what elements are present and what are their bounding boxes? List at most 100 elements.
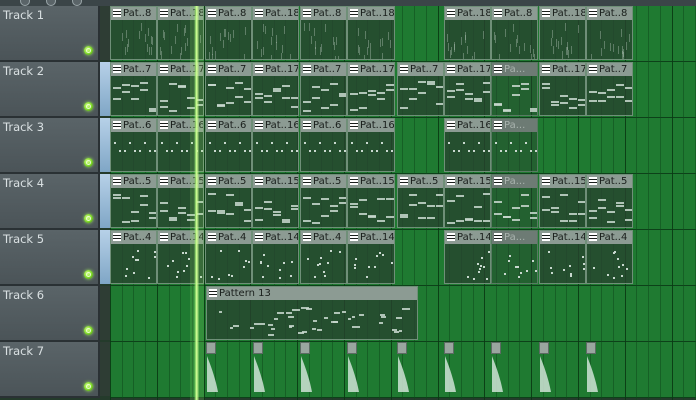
pattern-clip-icon <box>494 121 502 129</box>
track-select-strip[interactable] <box>100 230 110 284</box>
pattern-clip[interactable]: Pat..4 <box>205 230 252 284</box>
pattern-clip-icon <box>350 177 358 185</box>
track-header[interactable]: Track 5 <box>0 230 100 286</box>
track-led-icon[interactable] <box>84 270 93 279</box>
pattern-clip[interactable]: Pat..15 <box>444 174 491 228</box>
note-mark <box>244 220 251 222</box>
track-header[interactable]: Track 2 <box>0 62 100 118</box>
track-led-icon[interactable] <box>84 46 93 55</box>
pattern-clip[interactable]: Pat..14 <box>539 230 586 284</box>
pattern-clip[interactable]: Pa... <box>491 62 538 116</box>
audio-clip-handle[interactable] <box>206 342 216 354</box>
note-mark <box>321 89 329 91</box>
pattern-clip[interactable]: Pat..4 <box>110 230 157 284</box>
audio-clip[interactable] <box>206 342 218 396</box>
audio-clip-handle[interactable] <box>444 342 454 354</box>
pattern-clip[interactable]: Pat..5 <box>397 174 444 228</box>
pattern-clip-icon <box>208 177 216 185</box>
pattern-clip[interactable]: Pat..18 <box>444 6 491 60</box>
pattern-clip[interactable]: Pa... <box>491 118 538 172</box>
pattern-clip[interactable]: Pa... <box>491 174 538 228</box>
pattern-clip[interactable]: Pat..6 <box>110 118 157 172</box>
audio-clip[interactable] <box>300 342 312 396</box>
pattern-clip[interactable]: Pat..17 <box>347 62 395 116</box>
pattern-clip[interactable]: Pat..8 <box>110 6 157 60</box>
audio-clip-handle[interactable] <box>253 342 263 354</box>
audio-clip[interactable] <box>444 342 456 396</box>
pattern-clip[interactable]: Pat..15 <box>539 174 586 228</box>
clip-title: Pat..18 <box>253 7 298 20</box>
note-mark <box>517 35 518 43</box>
note-mark <box>264 95 272 97</box>
track-select-strip[interactable] <box>100 286 110 340</box>
track-select-strip[interactable] <box>100 62 110 116</box>
pattern-clip[interactable]: Pa... <box>491 230 538 284</box>
track-led-icon[interactable] <box>84 102 93 111</box>
audio-clip-handle[interactable] <box>397 342 407 354</box>
note-mark <box>382 53 383 59</box>
audio-clip-handle[interactable] <box>539 342 549 354</box>
pattern-clip[interactable]: Pat..4 <box>300 230 347 284</box>
pattern-clip[interactable]: Pat..17 <box>539 62 586 116</box>
pattern-clip[interactable]: Pat..18 <box>347 6 395 60</box>
pattern-clip[interactable]: Pat..8 <box>205 6 252 60</box>
pattern-clip[interactable]: Pat..5 <box>110 174 157 228</box>
track-header[interactable]: Track 3 <box>0 118 100 174</box>
pattern-clip[interactable]: Pat..5 <box>586 174 633 228</box>
track-led-icon[interactable] <box>84 214 93 223</box>
pattern-clip[interactable]: Pat..15 <box>347 174 395 228</box>
audio-clip[interactable] <box>397 342 409 396</box>
pattern-clip[interactable]: Pat..4 <box>586 230 633 284</box>
track-header[interactable]: Track 4 <box>0 174 100 230</box>
playlist-grid[interactable]: Pat..8 Pat..18 Pat..8 Pat..18 Pat..8 Pat..18 P… <box>110 6 696 400</box>
pattern-clip[interactable]: Pat..7 <box>300 62 347 116</box>
pattern-clip[interactable]: Pat..7 <box>205 62 252 116</box>
track-led-icon[interactable] <box>84 326 93 335</box>
pattern-clip[interactable]: Pat..8 <box>300 6 347 60</box>
pattern-clip[interactable]: Pat..7 <box>397 62 444 116</box>
pattern-clip[interactable]: Pat..8 <box>491 6 538 60</box>
pattern-clip[interactable]: Pattern 13 <box>206 286 418 340</box>
note-mark <box>461 37 462 45</box>
pattern-clip[interactable]: Pat..15 <box>252 174 299 228</box>
track-header[interactable]: Track 1 <box>0 6 100 62</box>
track-header[interactable]: Track 6 <box>0 286 100 342</box>
audio-clip-handle[interactable] <box>586 342 596 354</box>
pattern-clip[interactable]: Pat..7 <box>586 62 633 116</box>
audio-clip-handle[interactable] <box>347 342 357 354</box>
track-name: Track 7 <box>3 344 45 358</box>
track-select-strip[interactable] <box>100 6 110 60</box>
track-select-strip[interactable] <box>100 174 110 228</box>
pattern-clip[interactable]: Pat..18 <box>252 6 299 60</box>
audio-clip[interactable] <box>253 342 265 396</box>
pattern-clip[interactable]: Pat..6 <box>205 118 252 172</box>
pattern-clip[interactable]: Pat..17 <box>252 62 299 116</box>
pattern-clip[interactable]: Pat..16 <box>252 118 299 172</box>
pattern-clip[interactable]: Pat..8 <box>586 6 633 60</box>
track-led-icon[interactable] <box>84 382 93 391</box>
pattern-clip[interactable]: Pat..14 <box>444 230 491 284</box>
pattern-clip[interactable]: Pat..16 <box>347 118 395 172</box>
pattern-clip[interactable]: Pat..16 <box>444 118 491 172</box>
pattern-clip[interactable]: Pat..18 <box>539 6 586 60</box>
audio-clip[interactable] <box>491 342 503 396</box>
track-select-strip[interactable] <box>100 342 110 396</box>
pattern-clip[interactable]: Pat..5 <box>205 174 252 228</box>
pattern-clip[interactable]: Pat..17 <box>444 62 491 116</box>
audio-clip[interactable] <box>347 342 359 396</box>
audio-clip[interactable] <box>539 342 551 396</box>
audio-clip-handle[interactable] <box>491 342 501 354</box>
pattern-clip[interactable]: Pat..14 <box>252 230 299 284</box>
pattern-clip[interactable]: Pat..5 <box>300 174 347 228</box>
audio-clip-handle[interactable] <box>300 342 310 354</box>
track-header[interactable]: Track 7 <box>0 342 100 398</box>
playhead[interactable] <box>194 6 199 400</box>
pattern-clip[interactable]: Pat..7 <box>110 62 157 116</box>
track-led-icon[interactable] <box>84 158 93 167</box>
track-select-strip[interactable] <box>100 118 110 172</box>
note-mark <box>267 265 269 267</box>
audio-clip[interactable] <box>586 342 598 396</box>
note-mark <box>504 273 506 275</box>
pattern-clip[interactable]: Pat..6 <box>300 118 347 172</box>
pattern-clip[interactable]: Pat..14 <box>347 230 395 284</box>
